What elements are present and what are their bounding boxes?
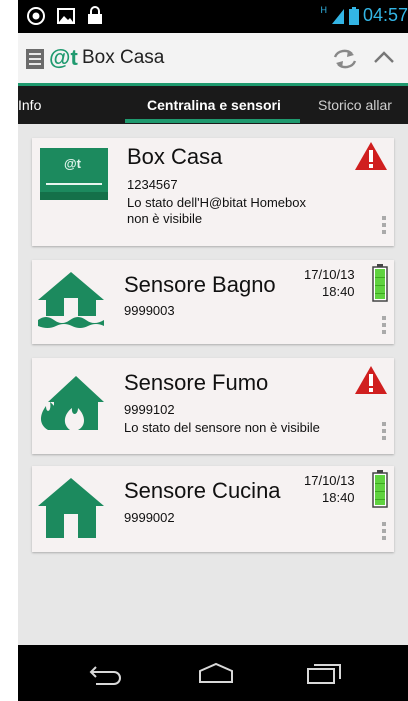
overflow-menu-icon[interactable] <box>382 522 386 543</box>
item-code: 9999002 <box>124 510 175 525</box>
phone-screen: H 04:57 @t Box Casa Info Centralina e se… <box>18 0 408 701</box>
item-title: Sensore Cucina <box>124 478 281 503</box>
camera-icon <box>27 7 45 25</box>
svg-text:@t: @t <box>64 156 82 171</box>
action-bar-title: Box Casa <box>82 47 165 68</box>
list-item-sensore-bagno[interactable]: Sensore Bagno 9999003 17/10/13 18:40 <box>32 260 394 344</box>
item-time: 18:40 <box>322 490 355 505</box>
overflow-menu-icon[interactable] <box>382 316 386 337</box>
item-date: 17/10/13 <box>304 267 355 282</box>
house-fire-icon <box>41 376 104 430</box>
collapse-icon[interactable] <box>373 49 395 65</box>
lock-icon <box>88 6 102 24</box>
battery-full-icon <box>372 470 388 508</box>
item-title: Sensore Fumo <box>124 370 269 395</box>
status-bar: H 04:57 <box>18 0 408 33</box>
menu-icon[interactable] <box>26 49 44 69</box>
navigation-bar <box>18 645 408 701</box>
image-icon <box>57 8 75 24</box>
tab-bar: Info Centralina e sensori Storico allar <box>18 86 408 124</box>
item-code: 9999102 <box>124 402 175 417</box>
item-message: Lo stato del sensore non è visibile <box>124 420 320 435</box>
item-time: 18:40 <box>322 284 355 299</box>
homebox-icon: @t <box>40 148 108 200</box>
warning-icon <box>355 142 387 170</box>
house-icon <box>38 478 104 538</box>
status-bar-right-icons: H 04:57 <box>320 5 408 26</box>
list-item-box-casa[interactable]: @t Box Casa 1234567 Lo stato dell'H@bita… <box>32 138 394 246</box>
status-time: 04:57 <box>362 5 408 25</box>
item-code: 9999003 <box>124 303 175 318</box>
signal-icon <box>331 8 344 24</box>
tab-info[interactable]: Info <box>18 97 41 113</box>
recent-apps-icon[interactable] <box>306 661 342 685</box>
item-title: Box Casa <box>127 144 223 169</box>
overflow-menu-icon[interactable] <box>382 422 386 443</box>
item-date: 17/10/13 <box>304 473 355 488</box>
back-icon[interactable] <box>88 663 126 685</box>
warning-icon <box>355 366 387 394</box>
tab-centralina-e-sensori[interactable]: Centralina e sensori <box>147 97 281 113</box>
tab-storico-allarmi[interactable]: Storico allar <box>318 97 392 113</box>
refresh-icon[interactable] <box>330 46 360 72</box>
habitat-logo-icon[interactable]: @t <box>49 44 79 70</box>
network-type-label: H <box>320 4 327 15</box>
status-bar-left-icons <box>26 6 104 26</box>
item-title: Sensore Bagno <box>124 272 276 297</box>
battery-full-icon <box>372 264 388 302</box>
overflow-menu-icon[interactable] <box>382 216 386 237</box>
list-item-sensore-cucina[interactable]: Sensore Cucina 9999002 17/10/13 18:40 <box>32 466 394 552</box>
active-tab-indicator <box>125 119 300 123</box>
battery-icon <box>348 6 359 25</box>
house-flood-icon <box>38 272 104 328</box>
item-code: 1234567 <box>127 177 178 192</box>
home-icon[interactable] <box>196 662 236 684</box>
list-item-sensore-fumo[interactable]: Sensore Fumo 9999102 Lo stato del sensor… <box>32 358 394 454</box>
action-bar: @t Box Casa <box>18 33 408 86</box>
svg-text:@t: @t <box>49 45 78 70</box>
item-message: Lo stato dell'H@bitat Homebox non è visi… <box>127 195 306 226</box>
